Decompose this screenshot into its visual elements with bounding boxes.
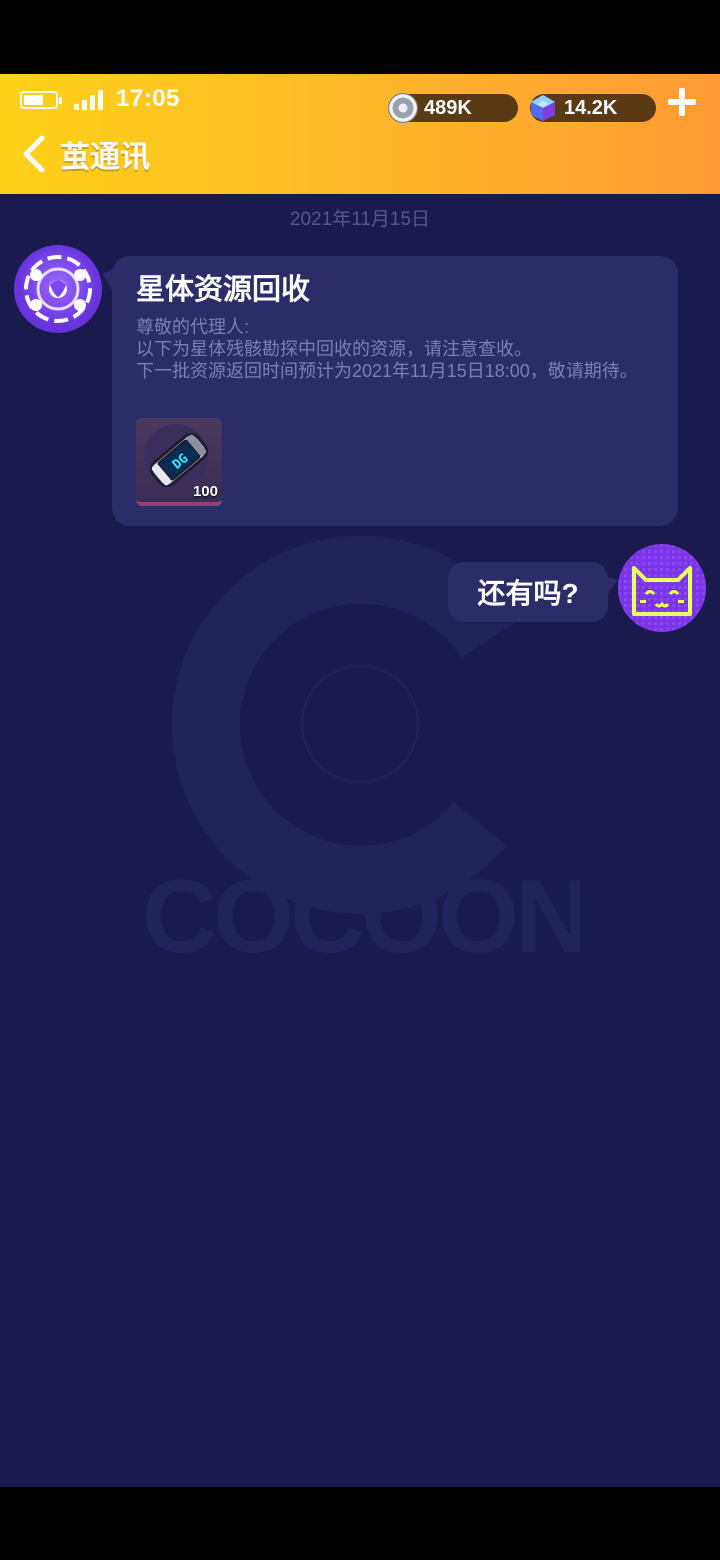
- gem-balance[interactable]: 14.2K: [530, 94, 656, 122]
- message-title: 星体资源回收: [136, 274, 311, 306]
- gem-value: 14.2K: [564, 96, 618, 119]
- coin-value: 489K: [424, 96, 472, 119]
- signal-icon: [74, 90, 108, 110]
- attachment-count: 100: [192, 483, 218, 500]
- letterbox-top: [0, 0, 720, 74]
- chevron-left-icon[interactable]: [20, 134, 50, 174]
- npc-avatar[interactable]: [14, 245, 102, 333]
- nav-row: 茧通讯: [20, 132, 150, 176]
- page-title: 茧通讯: [60, 141, 150, 174]
- add-currency-button[interactable]: [668, 88, 696, 116]
- chat-screen: 17:05 489K 14.2K 茧通讯 2021年11月15日 COCOON …: [0, 74, 720, 1487]
- attachment-item[interactable]: DG 100: [136, 418, 222, 506]
- chat-date: 2021年11月15日: [289, 209, 431, 230]
- user-avatar[interactable]: [618, 544, 706, 632]
- battery-icon: [20, 91, 62, 109]
- coin-icon: [388, 93, 418, 123]
- gem-icon: [528, 93, 558, 123]
- status-bar: 17:05 489K 14.2K: [18, 84, 702, 123]
- message-body: 尊敬的代理人: 以下为星体残骸勘探中回收的资源，请注意查收。 下一批资源返回时间…: [136, 316, 658, 382]
- message-bubble-npc: 星体资源回收 尊敬的代理人: 以下为星体残骸勘探中回收的资源，请注意查收。 下一…: [112, 256, 678, 526]
- message-text: 还有吗?: [477, 578, 579, 609]
- message-line: 以下为星体残骸勘探中回收的资源，请注意查收。: [136, 339, 532, 359]
- status-time: 17:05: [116, 85, 180, 112]
- message-line: 下一批资源返回时间预计为2021年11月15日18:00，敬请期待。: [136, 361, 638, 381]
- message-bubble-me: 还有吗?: [448, 562, 608, 622]
- coin-balance[interactable]: 489K: [388, 93, 518, 123]
- letterbox-bottom: [0, 1487, 720, 1560]
- header-bar: 17:05 489K 14.2K 茧通讯: [0, 74, 720, 194]
- svg-text:COCOON: COCOON: [142, 859, 580, 964]
- message-line: 尊敬的代理人:: [136, 317, 250, 337]
